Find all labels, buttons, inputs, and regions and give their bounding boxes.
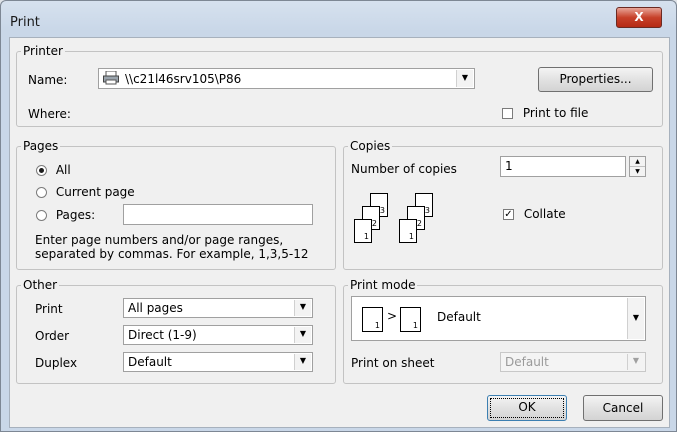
- print-on-sheet-value: Default: [505, 355, 549, 369]
- pages-current-label: Current page: [55, 185, 135, 199]
- print-dialog: Print X Printer Name: \\c21l46srv105\P86…: [0, 0, 677, 432]
- chevron-down-icon: ▼: [294, 354, 311, 370]
- pages-current-option[interactable]: Current page: [36, 185, 135, 199]
- other-print-label: Print: [35, 302, 63, 316]
- chevron-down-icon: ▼: [294, 300, 311, 316]
- collate-checkbox[interactable]: ✓: [503, 209, 514, 220]
- other-order-label: Order: [35, 329, 70, 343]
- chevron-down-icon: ▼: [456, 70, 473, 87]
- pages-all-label: All: [55, 163, 71, 177]
- dialog-body: Printer Name: \\c21l46srv105\P86 ▼ Prope…: [9, 37, 670, 428]
- printer-name-select[interactable]: \\c21l46srv105\P86 ▼: [98, 68, 475, 89]
- printer-name-value: \\c21l46srv105\P86: [125, 72, 242, 86]
- ok-button[interactable]: OK: [487, 395, 567, 421]
- copies-legend: Copies: [350, 139, 391, 153]
- dialog-title: Print: [10, 15, 40, 30]
- pages-range-radio[interactable]: [36, 210, 47, 221]
- print-mode-select[interactable]: 1 > 1 Default ▼: [351, 296, 646, 341]
- pages-current-radio[interactable]: [36, 187, 47, 198]
- other-legend: Other: [23, 278, 58, 292]
- chevron-down-icon: ▼: [627, 354, 644, 370]
- pages-hint: Enter page numbers and/or page ranges, s…: [35, 233, 309, 261]
- printer-legend: Printer: [23, 44, 63, 58]
- print-on-sheet-label: Print on sheet: [351, 356, 435, 370]
- collate-label: Collate: [523, 207, 566, 221]
- properties-button[interactable]: Properties...: [538, 67, 653, 92]
- other-order-value: Direct (1-9): [128, 328, 197, 342]
- pages-range-input[interactable]: [123, 204, 313, 225]
- mode-arrow-icon: >: [387, 309, 398, 323]
- close-button[interactable]: X: [616, 7, 662, 28]
- mode-page-icon: 1: [362, 307, 383, 332]
- print-to-file-label: Print to file: [522, 106, 589, 120]
- close-icon: X: [634, 10, 644, 24]
- cancel-button[interactable]: Cancel: [583, 395, 663, 421]
- printer-where-label: Where:: [28, 107, 71, 121]
- print-to-file-checkbox[interactable]: [502, 108, 513, 119]
- collate-page: 1: [399, 219, 417, 243]
- spin-down-icon[interactable]: ▼: [630, 167, 645, 176]
- other-order-select[interactable]: Direct (1-9) ▼: [123, 325, 313, 345]
- other-print-value: All pages: [128, 301, 183, 315]
- chevron-down-icon: ▼: [627, 298, 644, 339]
- other-print-select[interactable]: All pages ▼: [123, 298, 313, 318]
- other-duplex-label: Duplex: [35, 356, 78, 370]
- other-duplex-value: Default: [128, 355, 172, 369]
- copies-number-input[interactable]: 1: [500, 156, 626, 177]
- pages-all-option[interactable]: All: [36, 163, 71, 177]
- print-mode-legend: Print mode: [350, 278, 416, 292]
- pages-range-label: Pages:: [55, 208, 96, 222]
- collate-option[interactable]: ✓ Collate: [503, 207, 566, 221]
- printer-icon: [103, 70, 119, 85]
- chevron-down-icon: ▼: [294, 327, 311, 343]
- pages-all-radio[interactable]: [36, 165, 47, 176]
- copies-spinner[interactable]: ▲ ▼: [629, 156, 646, 177]
- mode-page-icon: 1: [400, 307, 421, 332]
- printer-name-label: Name:: [28, 73, 68, 87]
- print-on-sheet-select[interactable]: Default ▼: [500, 352, 646, 372]
- print-mode-value: Default: [437, 310, 481, 324]
- spin-up-icon[interactable]: ▲: [630, 157, 645, 167]
- pages-legend: Pages: [23, 139, 59, 153]
- copies-number-label: Number of copies: [351, 162, 457, 176]
- pages-range-option[interactable]: Pages:: [36, 208, 95, 222]
- print-to-file-option[interactable]: Print to file: [502, 106, 588, 120]
- collate-page: 1: [354, 219, 372, 243]
- other-duplex-select[interactable]: Default ▼: [123, 352, 313, 372]
